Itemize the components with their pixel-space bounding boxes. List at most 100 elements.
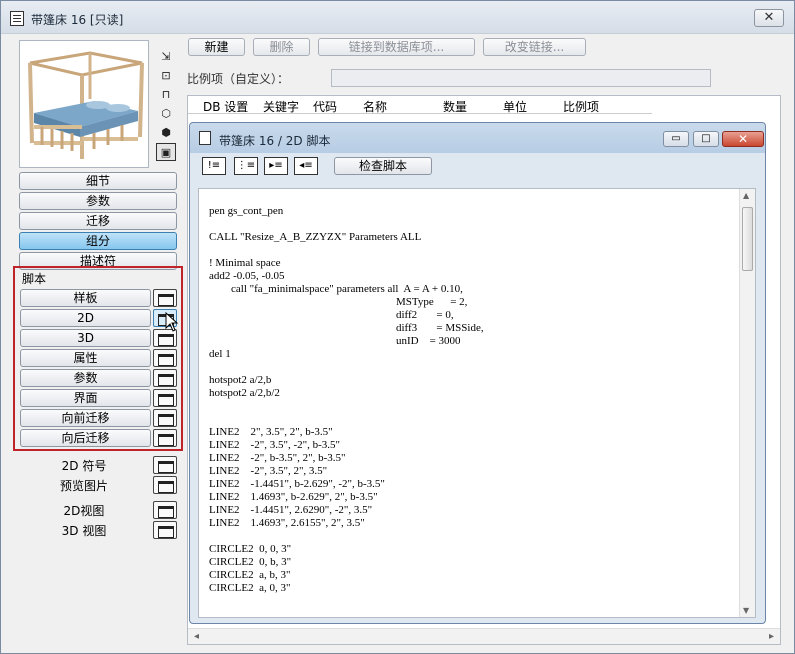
code-line[interactable]: pen gs_cont_pen	[209, 205, 729, 218]
code-line[interactable]: CIRCLE2 a, 0, 3"	[209, 582, 729, 595]
plan-view-icon[interactable]: ⊡	[156, 67, 176, 85]
code-line[interactable]	[209, 361, 729, 374]
open-window-icon[interactable]	[153, 389, 177, 407]
nav-components-button[interactable]: 组分	[19, 232, 177, 250]
open-window-icon[interactable]	[153, 289, 177, 307]
code-line[interactable]: LINE2 -1.4451", b-2.629", -2", b-3.5"	[209, 478, 729, 491]
code-line[interactable]: hotspot2 a/2,b/2	[209, 387, 729, 400]
code-line[interactable]	[209, 413, 729, 426]
open-window-icon[interactable]	[153, 409, 177, 427]
scroll-up-icon[interactable]: ▲	[743, 191, 749, 200]
minimize-button[interactable]: ▭	[663, 131, 689, 147]
delete-button[interactable]: 删除	[253, 38, 310, 56]
script-editor[interactable]: pen gs_cont_pen CALL "Resize_A_B_ZZYZX" …	[198, 188, 756, 618]
script-parameters-button[interactable]: 参数	[20, 369, 151, 387]
open-window-icon[interactable]	[153, 429, 177, 447]
code-line[interactable]: LINE2 -1.4451", 2.6290", -2", 3.5"	[209, 504, 729, 517]
open-window-icon[interactable]	[153, 476, 177, 494]
change-link-button[interactable]: 改变链接...	[483, 38, 586, 56]
preview-image-icon[interactable]: ▣	[156, 143, 176, 161]
code-line[interactable]: CIRCLE2 0, b, 3"	[209, 556, 729, 569]
maximize-button[interactable]: □	[693, 131, 719, 147]
nav-details-button[interactable]: 细节	[19, 172, 177, 190]
object-preview-image	[19, 40, 149, 168]
code-line[interactable]: CALL "Resize_A_B_ZZYZX" Parameters ALL	[209, 231, 729, 244]
script-forward-migration-button[interactable]: 向前迁移	[20, 409, 151, 427]
table-header: DB 设置 关键字 代码 名称 数量 单位 比例项	[188, 96, 652, 114]
scroll-right-icon[interactable]: ▸	[769, 631, 774, 642]
column-header-db-settings[interactable]: DB 设置	[203, 98, 248, 115]
script-properties-button[interactable]: 属性	[20, 349, 151, 367]
column-header-proportional[interactable]: 比例项	[563, 98, 599, 115]
column-header-code[interactable]: 代码	[313, 98, 337, 115]
2d-script-window: 带篷床 16 / 2D 脚本 ▭ □ ✕ !≡ ⋮≡ ▸≡ ◂≡ 检查脚本 pe…	[189, 122, 766, 624]
2d-symbol-label: 2D 符号	[61, 459, 107, 473]
code-line[interactable]: LINE2 1.4693", b-2.629", 2", b-3.5"	[209, 491, 729, 504]
comment-lines-icon[interactable]: !≡	[202, 157, 226, 175]
indent-icon[interactable]: ▸≡	[264, 157, 288, 175]
new-button[interactable]: 新建	[188, 38, 245, 56]
code-line[interactable]: LINE2 2", 3.5", 2", b-3.5"	[209, 426, 729, 439]
code-line[interactable]: LINE2 -2", b-3.5", 2", b-3.5"	[209, 452, 729, 465]
scroll-down-icon[interactable]: ▼	[743, 606, 749, 615]
column-header-name[interactable]: 名称	[363, 98, 387, 115]
script-document-icon	[199, 131, 211, 145]
check-script-button[interactable]: 检查脚本	[334, 157, 432, 175]
preview-picture-label: 预览图片	[59, 479, 108, 493]
code-line[interactable]: del 1	[209, 348, 729, 361]
nav-parameters-button[interactable]: 参数	[19, 192, 177, 210]
code-line[interactable]	[209, 244, 729, 257]
open-window-icon[interactable]	[153, 521, 177, 539]
nav-migration-button[interactable]: 迁移	[19, 212, 177, 230]
mouse-cursor-icon	[165, 312, 179, 332]
script-master-button[interactable]: 样板	[20, 289, 151, 307]
code-line[interactable]: MSType = 2,	[209, 296, 729, 309]
code-line[interactable]: CIRCLE2 a, b, 3"	[209, 569, 729, 582]
proportional-item-field[interactable]	[331, 69, 711, 87]
open-window-icon[interactable]	[153, 349, 177, 367]
code-line[interactable]: LINE2 -2", 3.5", -2", b-3.5"	[209, 439, 729, 452]
3d-view-label: 3D 视图	[61, 524, 107, 538]
link-to-database-button[interactable]: 链接到数据库项...	[318, 38, 475, 56]
shaded-3d-icon[interactable]: ⬢	[156, 124, 176, 142]
uncomment-lines-icon[interactable]: ⋮≡	[234, 157, 258, 175]
script-backward-migration-button[interactable]: 向后迁移	[20, 429, 151, 447]
scripts-group: 脚本 样板 2D 3D 属性 参数 界面 向前迁移 向后迁移	[13, 266, 183, 451]
code-line[interactable]: LINE2 -2", 3.5", 2", 3.5"	[209, 465, 729, 478]
document-icon	[10, 11, 24, 26]
code-line[interactable]: add2 -0.05, -0.05	[209, 270, 729, 283]
wireframe-3d-icon[interactable]: ⬡	[156, 105, 176, 123]
elevation-view-icon[interactable]: ⊓	[156, 86, 176, 104]
script-2d-button[interactable]: 2D	[20, 309, 151, 327]
script-toolbar: !≡ ⋮≡ ▸≡ ◂≡ 检查脚本	[198, 157, 758, 179]
code-line[interactable]: unID = 3000	[209, 335, 729, 348]
code-line[interactable]	[209, 400, 729, 413]
code-line[interactable]: diff3 = MSSide,	[209, 322, 729, 335]
close-script-window-button[interactable]: ✕	[722, 131, 764, 147]
outdent-icon[interactable]: ◂≡	[294, 157, 318, 175]
resize-icon[interactable]: ⇲	[156, 48, 176, 66]
script-interface-button[interactable]: 界面	[20, 389, 151, 407]
script-3d-button[interactable]: 3D	[20, 329, 151, 347]
open-window-icon[interactable]	[153, 501, 177, 519]
scrollbar-thumb[interactable]	[742, 207, 753, 271]
column-header-unit[interactable]: 单位	[503, 98, 527, 115]
code-line[interactable]	[209, 218, 729, 231]
code-line[interactable]	[209, 530, 729, 543]
open-window-icon[interactable]	[153, 369, 177, 387]
code-line[interactable]: ! Minimal space	[209, 257, 729, 270]
code-line[interactable]: diff2 = 0,	[209, 309, 729, 322]
title-bar: 带篷床 16 [只读] ✕	[1, 1, 794, 34]
scroll-left-icon[interactable]: ◂	[194, 631, 199, 642]
code-line[interactable]: LINE2 1.4693", 2.6155", 2", 3.5"	[209, 517, 729, 530]
code-line[interactable]: hotspot2 a/2,b	[209, 374, 729, 387]
script-code-text[interactable]: pen gs_cont_pen CALL "Resize_A_B_ZZYZX" …	[209, 205, 729, 595]
code-line[interactable]: call "fa_minimalspace" parameters all A …	[209, 283, 729, 296]
vertical-scrollbar[interactable]: ▲ ▼	[739, 189, 755, 617]
column-header-quantity[interactable]: 数量	[443, 98, 467, 115]
column-header-keyword[interactable]: 关键字	[263, 98, 299, 115]
horizontal-scrollbar[interactable]: ◂ ▸	[188, 628, 780, 644]
code-line[interactable]: CIRCLE2 0, 0, 3"	[209, 543, 729, 556]
close-window-button[interactable]: ✕	[754, 9, 784, 27]
open-window-icon[interactable]	[153, 456, 177, 474]
